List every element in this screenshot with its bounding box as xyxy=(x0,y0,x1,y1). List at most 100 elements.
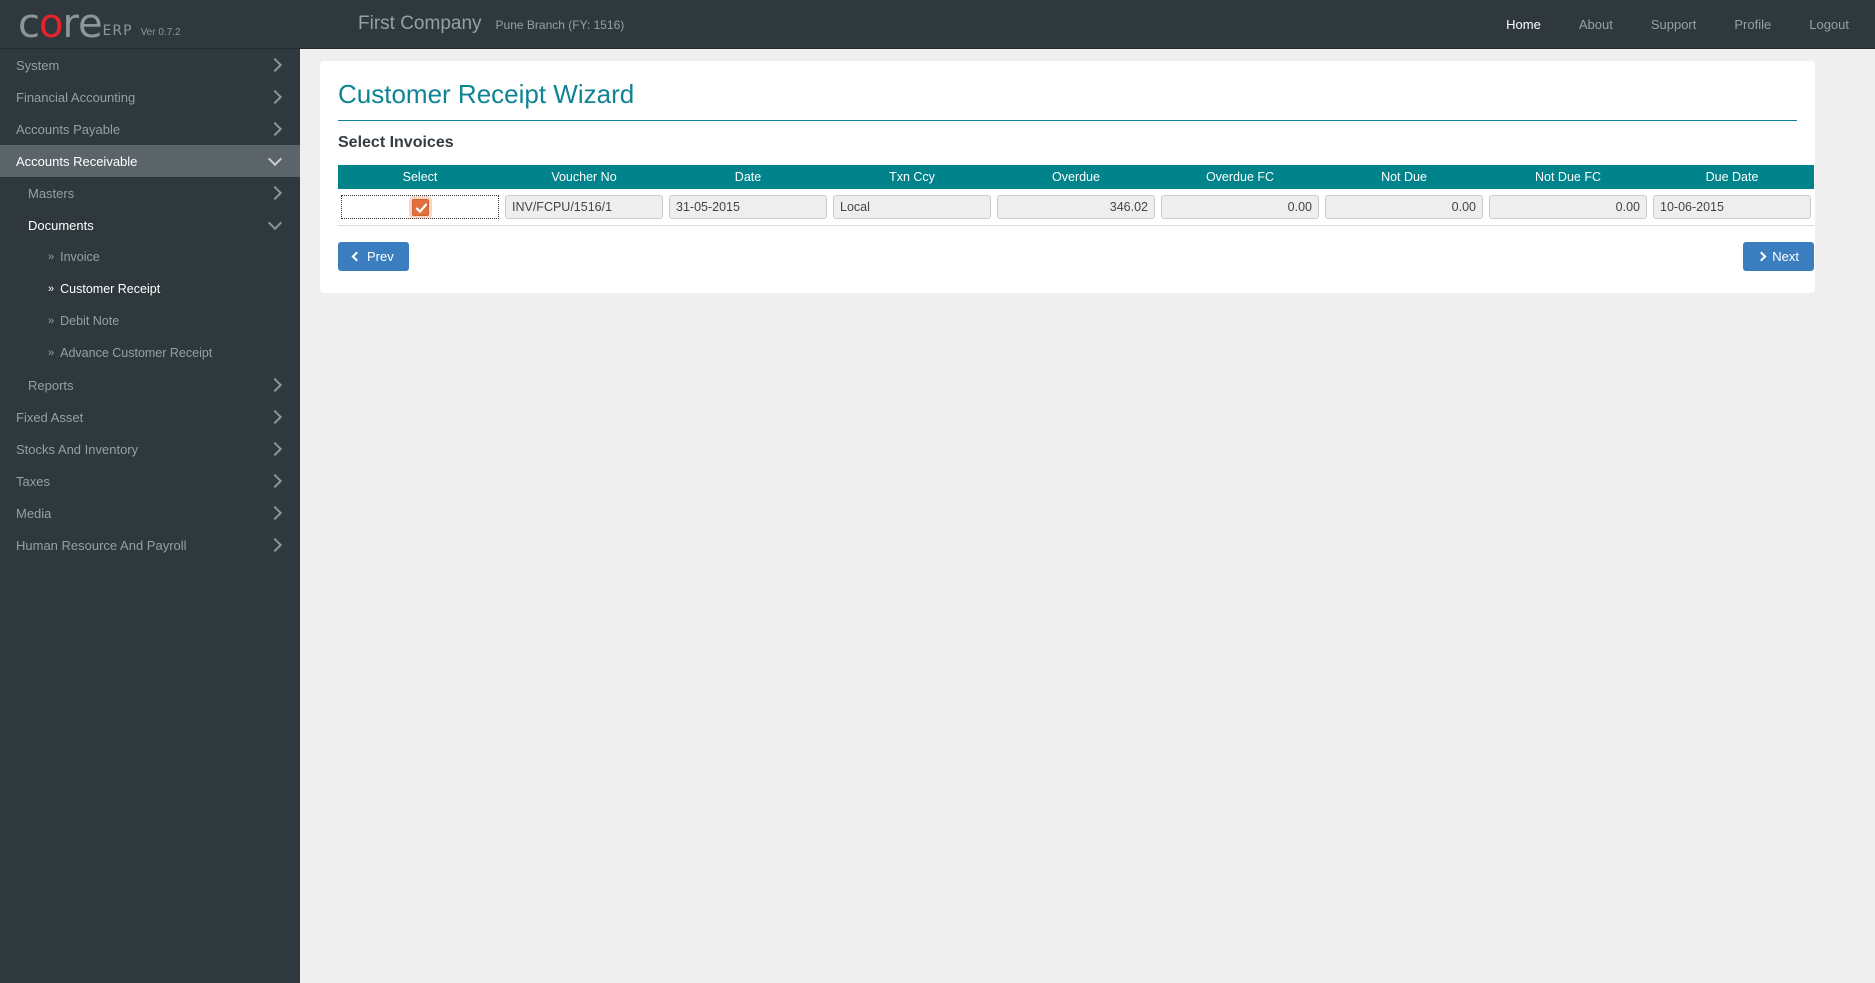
logo-erp-suffix: ERP xyxy=(102,23,133,39)
sidebar-item-label: Media xyxy=(16,505,52,521)
sidebar-item-label: System xyxy=(16,57,60,73)
row-select-checkbox[interactable] xyxy=(411,198,429,216)
not-due-input[interactable] xyxy=(1325,195,1483,219)
wizard-button-bar: Prev Next xyxy=(338,242,1814,271)
sidebar-item-system[interactable]: System xyxy=(0,49,300,81)
column-header-select: Select xyxy=(338,165,502,189)
prev-button[interactable]: Prev xyxy=(338,242,409,271)
sidebar-item-label: Debit Note xyxy=(60,314,120,328)
txn-ccy-input[interactable] xyxy=(833,195,991,219)
sidebar-item-label: Financial Accounting xyxy=(16,89,136,105)
column-header-voucher-no: Voucher No xyxy=(502,165,666,189)
cell-select xyxy=(338,189,502,226)
sidebar-item-label: Taxes xyxy=(16,473,50,489)
sidebar-item-masters[interactable]: Masters xyxy=(0,177,300,209)
next-button-label: Next xyxy=(1772,249,1799,264)
chevron-right-icon xyxy=(267,505,283,521)
sidebar-item-documents[interactable]: Documents xyxy=(0,209,300,241)
overdue-fc-input[interactable] xyxy=(1161,195,1319,219)
company-name: First Company xyxy=(358,13,482,34)
sidebar-item-human-resource-and-payroll[interactable]: Human Resource And Payroll xyxy=(0,529,300,561)
chevron-right-icon xyxy=(267,185,283,201)
sidebar-item-invoice[interactable]: » Invoice xyxy=(0,241,300,273)
section-title: Select Invoices xyxy=(338,134,454,151)
logo-core-text: c o r e ERP Ver 0.7.2 xyxy=(18,1,181,47)
overdue-input[interactable] xyxy=(997,195,1155,219)
invoices-table: Select Voucher No Date Txn Ccy Overdue O… xyxy=(338,165,1814,226)
cell-date xyxy=(666,189,830,226)
chevron-right-icon xyxy=(267,473,283,489)
logo-version: Ver 0.7.2 xyxy=(140,27,181,38)
company-block: First Company Pune Branch (FY: 1516) xyxy=(358,13,624,35)
nav-profile[interactable]: Profile xyxy=(1734,17,1771,32)
sidebar-item-accounts-payable[interactable]: Accounts Payable xyxy=(0,113,300,145)
sidebar-item-taxes[interactable]: Taxes xyxy=(0,465,300,497)
chevron-down-icon xyxy=(267,151,283,167)
cell-voucher-no xyxy=(502,189,666,226)
prev-button-label: Prev xyxy=(367,249,394,264)
sidebar-item-advance-customer-receipt[interactable]: » Advance Customer Receipt xyxy=(0,337,300,369)
cell-overdue-fc xyxy=(1158,189,1322,226)
sidebar-item-media[interactable]: Media xyxy=(0,497,300,529)
logo-letter-o: o xyxy=(39,1,64,47)
chevron-right-icon xyxy=(267,409,283,425)
top-navigation: Home About Support Profile Logout xyxy=(1506,0,1875,49)
bullet-icon: » xyxy=(48,347,55,359)
column-header-not-due-fc: Not Due FC xyxy=(1486,165,1650,189)
chevron-down-icon xyxy=(267,215,283,231)
sidebar-item-label: Stocks And Inventory xyxy=(16,441,139,457)
sidebar-item-label: Fixed Asset xyxy=(16,409,84,425)
logo-letter-r: r xyxy=(62,1,78,47)
top-bar: c o r e ERP Ver 0.7.2 First Company Pune… xyxy=(0,0,1875,49)
sidebar-item-customer-receipt[interactable]: » Customer Receipt xyxy=(0,273,300,305)
nav-logout[interactable]: Logout xyxy=(1809,17,1849,32)
select-checkbox-wrapper[interactable] xyxy=(341,195,499,219)
chevron-right-icon xyxy=(267,537,283,553)
table-header-row: Select Voucher No Date Txn Ccy Overdue O… xyxy=(338,165,1814,189)
table-head: Select Voucher No Date Txn Ccy Overdue O… xyxy=(338,165,1814,189)
chevron-right-icon xyxy=(1756,251,1767,262)
column-header-due-date: Due Date xyxy=(1650,165,1814,189)
column-header-txn-ccy: Txn Ccy xyxy=(830,165,994,189)
column-header-overdue: Overdue xyxy=(994,165,1158,189)
sidebar-item-fixed-asset[interactable]: Fixed Asset xyxy=(0,401,300,433)
nav-home[interactable]: Home xyxy=(1506,17,1541,32)
app-logo[interactable]: c o r e ERP Ver 0.7.2 xyxy=(0,0,300,49)
branch-name: Pune Branch (FY: 1516) xyxy=(495,18,625,32)
sidebar-item-label: Documents xyxy=(28,217,94,233)
column-header-not-due: Not Due xyxy=(1322,165,1486,189)
sidebar-item-reports[interactable]: Reports xyxy=(0,369,300,401)
sidebar-item-financial-accounting[interactable]: Financial Accounting xyxy=(0,81,300,113)
cell-txn-ccy xyxy=(830,189,994,226)
logo-letter-c: c xyxy=(18,1,40,47)
chevron-right-icon xyxy=(267,377,283,393)
nav-about[interactable]: About xyxy=(1579,17,1613,32)
due-date-input[interactable] xyxy=(1653,195,1811,219)
bullet-icon: » xyxy=(48,315,55,327)
sidebar-item-label: Masters xyxy=(28,185,75,201)
voucher-no-input[interactable] xyxy=(505,195,663,219)
page-title: Customer Receipt Wizard xyxy=(338,79,1797,121)
chevron-right-icon xyxy=(267,89,283,105)
wizard-card: Customer Receipt Wizard Select Invoices … xyxy=(320,61,1815,293)
date-input[interactable] xyxy=(669,195,827,219)
not-due-fc-input[interactable] xyxy=(1489,195,1647,219)
chevron-left-icon xyxy=(351,251,362,262)
nav-support[interactable]: Support xyxy=(1651,17,1697,32)
sidebar-item-accounts-receivable[interactable]: Accounts Receivable xyxy=(0,145,300,177)
chevron-right-icon xyxy=(267,57,283,73)
bullet-icon: » xyxy=(48,283,55,295)
main-content: Customer Receipt Wizard Select Invoices … xyxy=(300,49,1875,983)
column-header-overdue-fc: Overdue FC xyxy=(1158,165,1322,189)
sidebar-item-debit-note[interactable]: » Debit Note xyxy=(0,305,300,337)
cell-overdue xyxy=(994,189,1158,226)
chevron-right-icon xyxy=(267,441,283,457)
bullet-icon: » xyxy=(48,251,55,263)
next-button[interactable]: Next xyxy=(1743,242,1814,271)
sidebar-item-label: Advance Customer Receipt xyxy=(60,346,213,360)
sidebar-item-label: Human Resource And Payroll xyxy=(16,537,187,553)
table-row xyxy=(338,189,1814,226)
chevron-right-icon xyxy=(267,121,283,137)
sidebar-item-stocks-and-inventory[interactable]: Stocks And Inventory xyxy=(0,433,300,465)
sidebar-item-label: Reports xyxy=(28,377,74,393)
